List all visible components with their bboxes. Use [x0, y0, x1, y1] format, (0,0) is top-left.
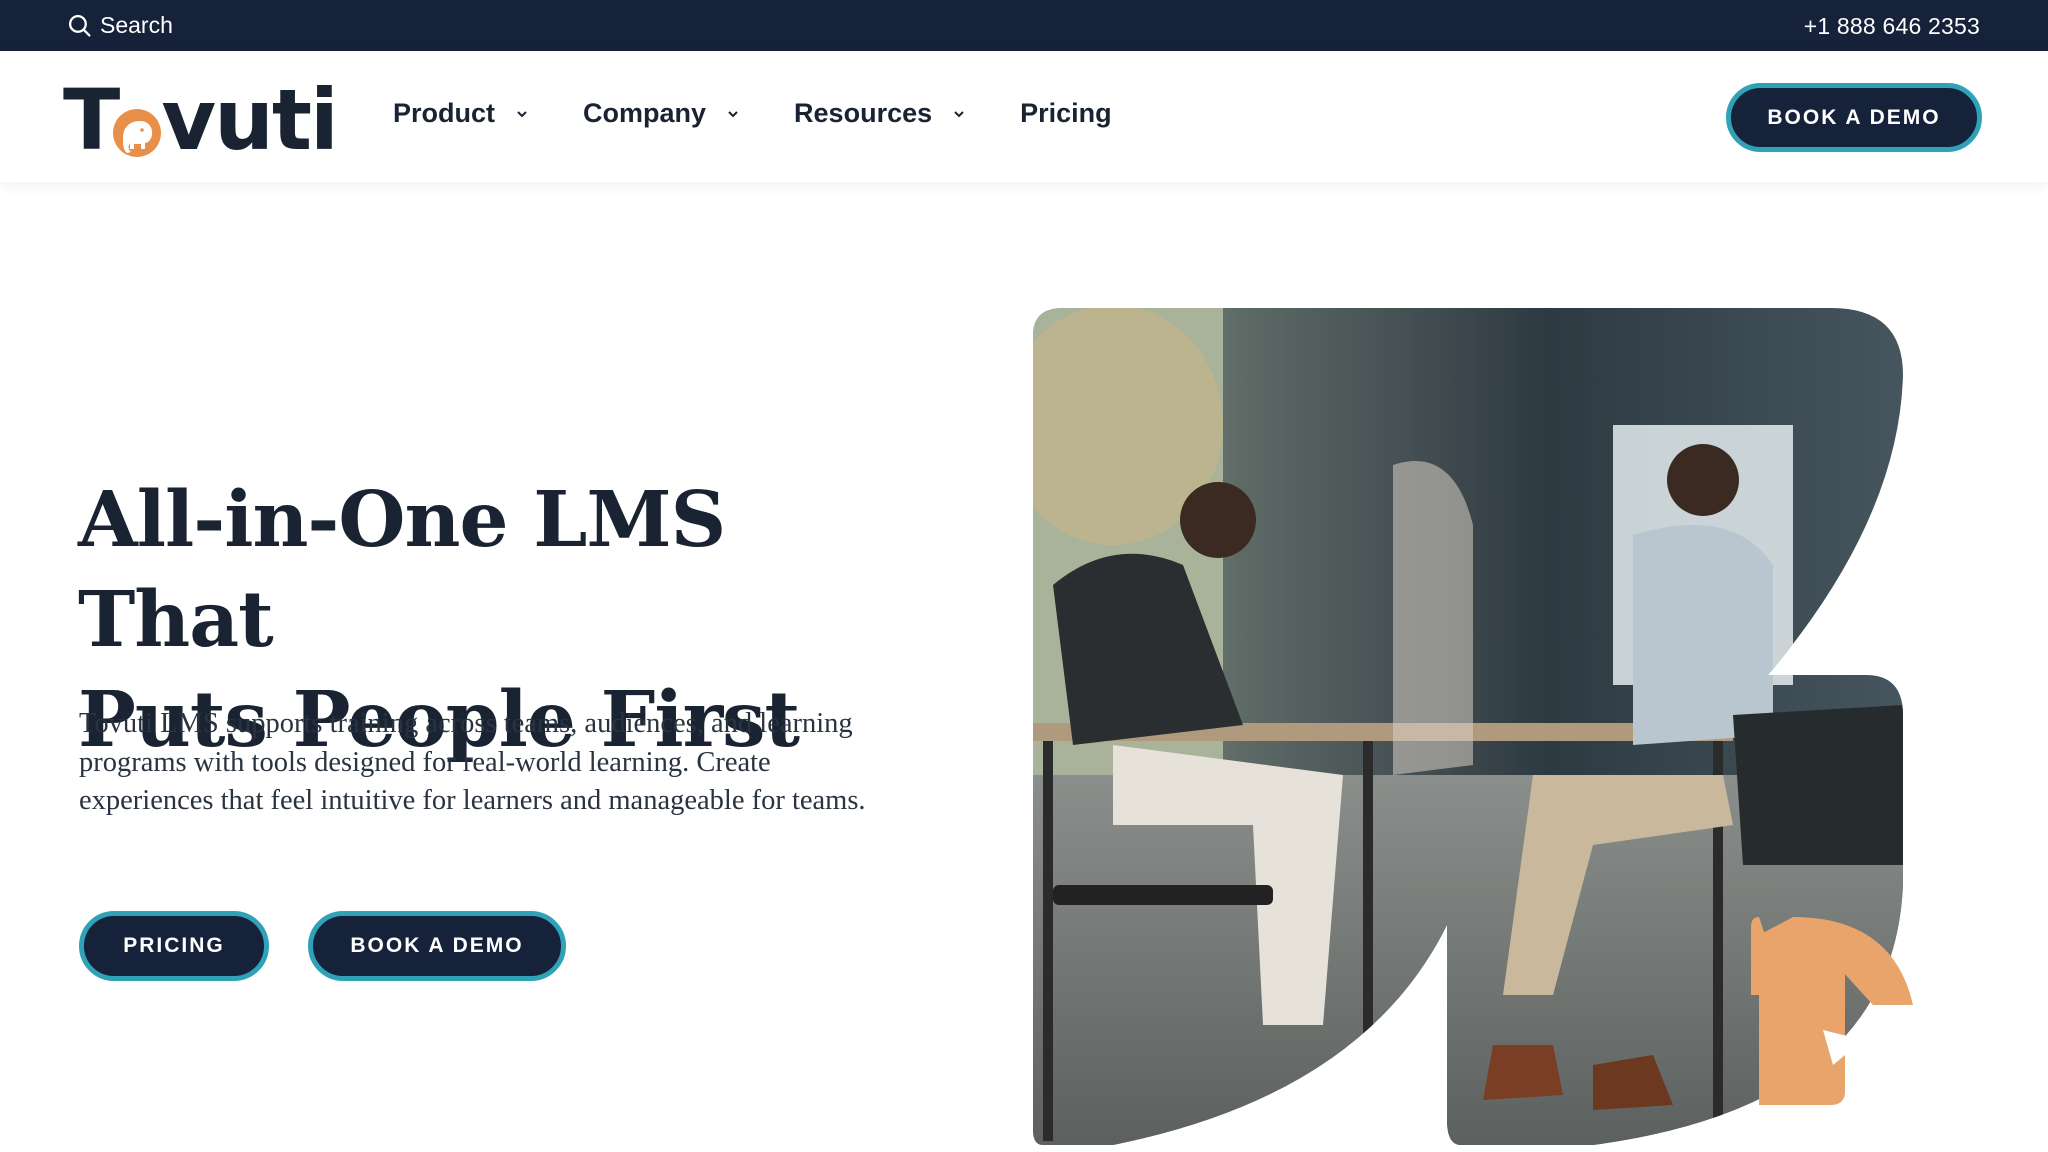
logo-wordmark: vuti: [161, 71, 339, 169]
hero-title-line-1: All-in-One LMS That: [78, 475, 726, 665]
utility-bar: Search +1 888 646 2353: [0, 0, 2048, 51]
phone-link[interactable]: +1 888 646 2353: [1804, 13, 1980, 40]
search-button[interactable]: Search: [67, 12, 173, 39]
logo-letter-t: T: [63, 71, 120, 169]
chevron-down-icon: [517, 110, 527, 117]
primary-menu: Product Company Resources Pricing: [393, 98, 1166, 129]
nav-item-product[interactable]: Product: [393, 98, 529, 129]
elephant-icon: [113, 109, 162, 157]
book-demo-nav-button[interactable]: BOOK A DEMO: [1726, 83, 1982, 152]
pricing-button[interactable]: PRICING: [79, 911, 269, 981]
search-icon: [68, 14, 91, 37]
nav-item-label: Product: [393, 98, 496, 128]
hero-subtitle: Tovuti LMS supports training across team…: [79, 708, 866, 816]
search-label: Search: [100, 12, 173, 38]
chevron-down-icon: [954, 110, 964, 117]
chevron-down-icon: [728, 110, 738, 117]
book-demo-button[interactable]: BOOK A DEMO: [308, 911, 566, 981]
nav-item-pricing[interactable]: Pricing: [1020, 98, 1112, 129]
nav-item-label: Resources: [794, 98, 933, 128]
nav-item-label: Pricing: [1020, 98, 1112, 128]
nav-item-resources[interactable]: Resources: [794, 98, 966, 129]
logo[interactable]: T vuti: [63, 71, 339, 169]
nav-item-company[interactable]: Company: [583, 98, 740, 129]
hero-office-photo: [1033, 308, 1913, 1145]
nav-item-label: Company: [583, 98, 707, 128]
